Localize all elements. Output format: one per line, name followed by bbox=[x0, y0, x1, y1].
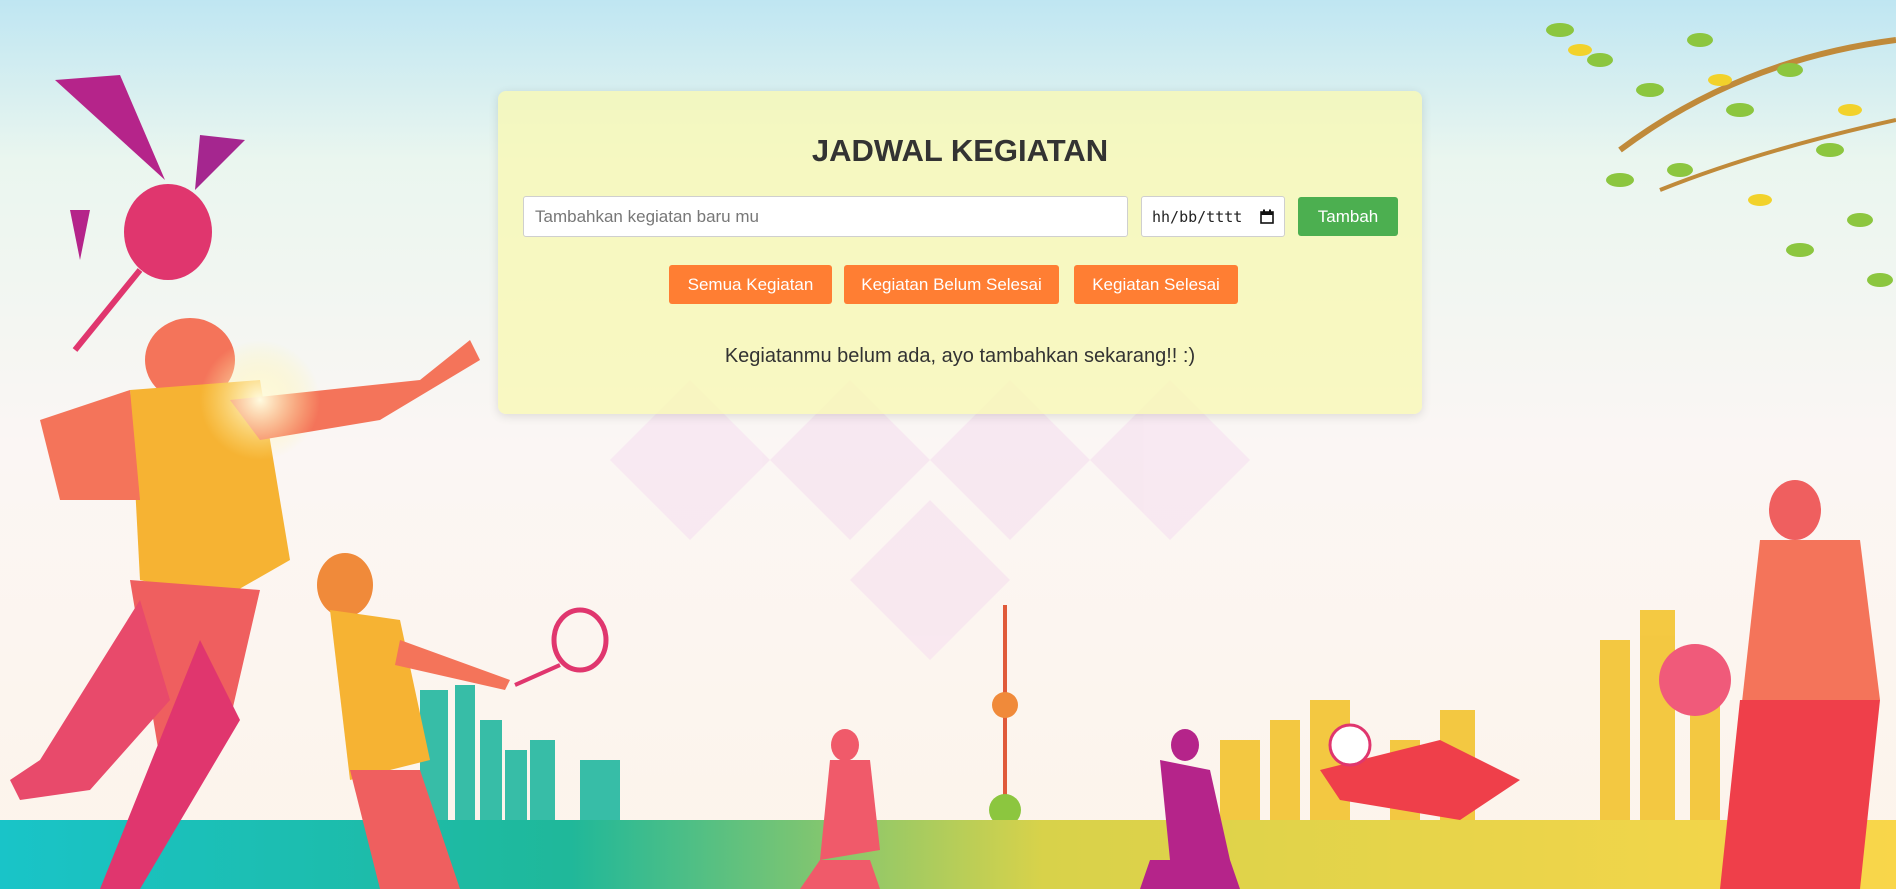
empty-list-message: Kegiatanmu belum ada, ayo tambahkan seka… bbox=[724, 345, 1196, 367]
filter-unfinished-button[interactable]: Kegiatan Belum Selesai bbox=[844, 265, 1059, 304]
filter-all-button[interactable]: Semua Kegiatan bbox=[669, 265, 832, 304]
new-activity-input[interactable] bbox=[523, 196, 1128, 237]
date-input-placeholder: hh/bb/tttt bbox=[1152, 207, 1243, 226]
filter-finished-button[interactable]: Kegiatan Selesai bbox=[1074, 265, 1238, 304]
calendar-icon[interactable] bbox=[1260, 209, 1274, 224]
add-button[interactable]: Tambah bbox=[1298, 197, 1398, 236]
date-input[interactable]: hh/bb/tttt bbox=[1141, 196, 1285, 237]
schedule-card: JADWAL KEGIATAN hh/bb/tttt Tambah Semua … bbox=[498, 91, 1422, 414]
page-title: JADWAL KEGIATAN bbox=[811, 133, 1109, 168]
